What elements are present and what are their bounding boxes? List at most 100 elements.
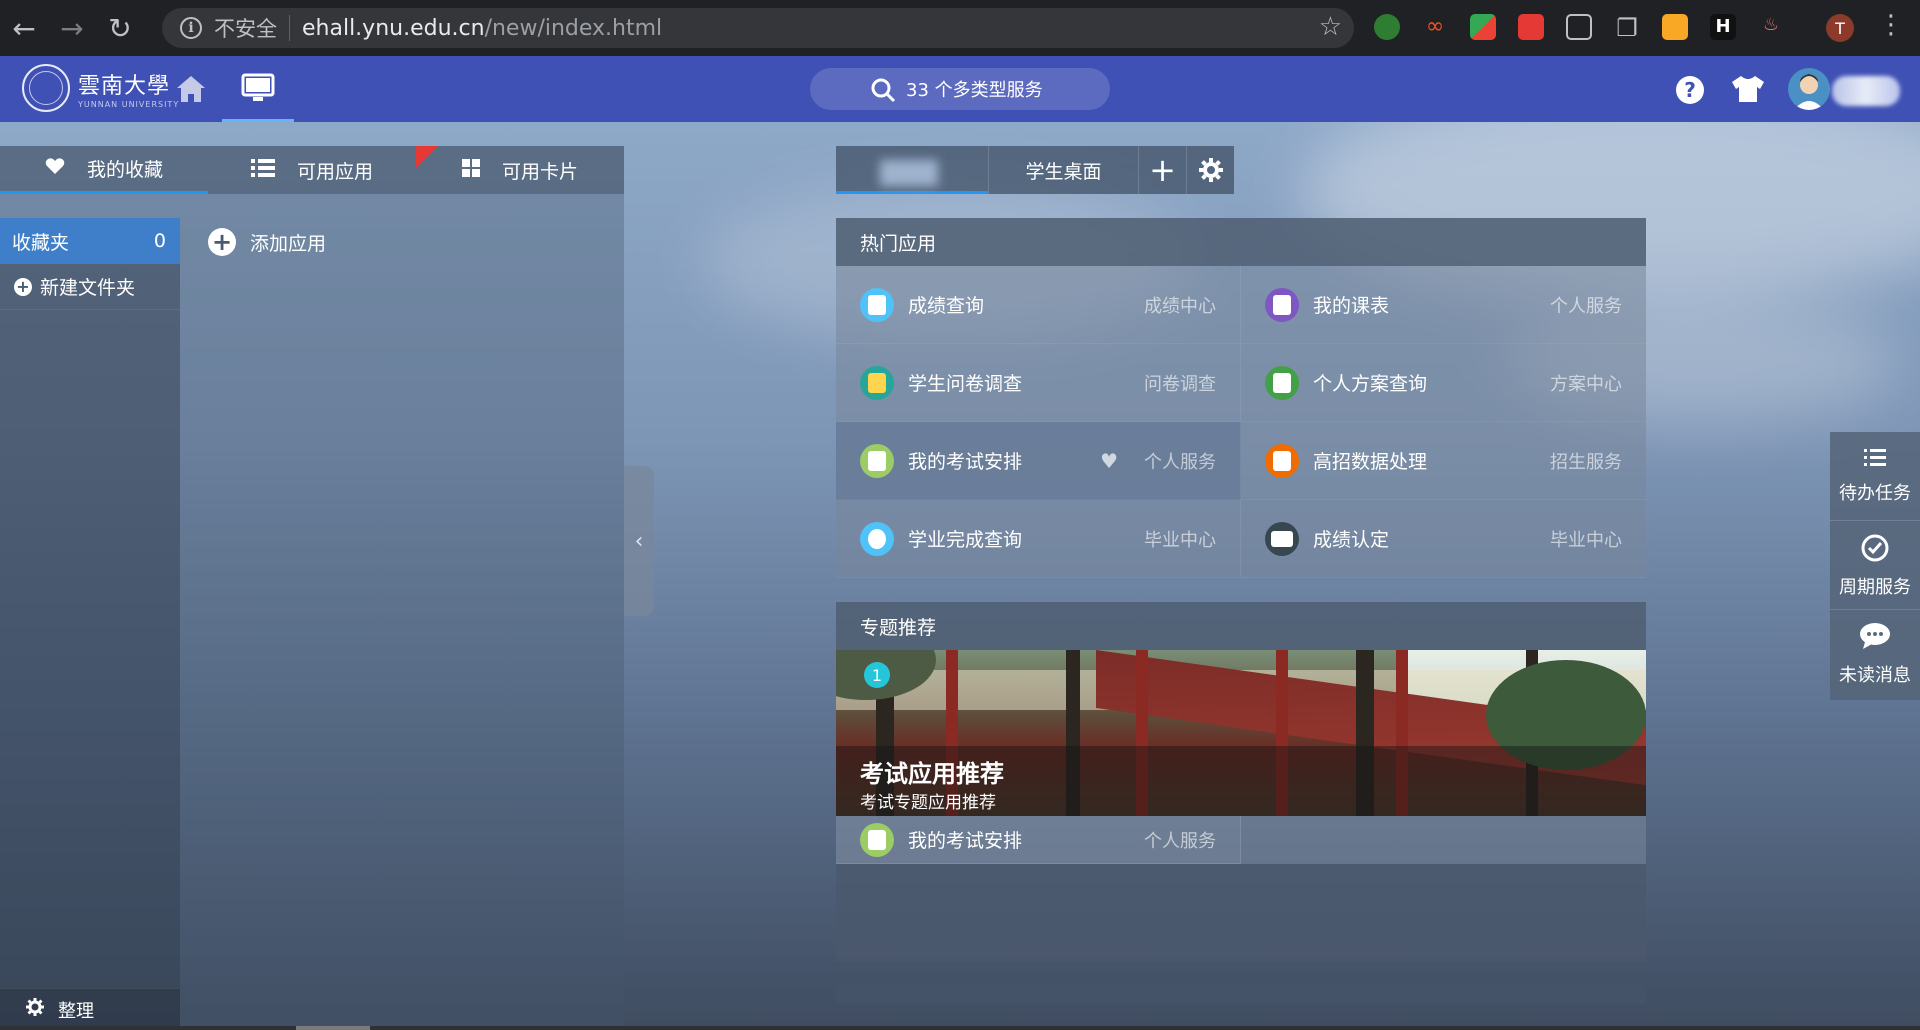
folder-favorites[interactable]: 收藏夹 0	[0, 218, 180, 264]
app-item[interactable]: 个人方案查询 方案中心	[1241, 344, 1646, 422]
side-label: 周期服务	[1839, 576, 1911, 598]
gear-icon	[26, 998, 44, 1021]
periodic-services-button[interactable]: 周期服务	[1830, 521, 1920, 610]
folder-list: 收藏夹 0 + 新建文件夹	[0, 218, 180, 1030]
organize-button[interactable]: 整理	[0, 988, 180, 1030]
new-folder-button[interactable]: + 新建文件夹	[0, 264, 180, 310]
app-category: 招生服务	[1550, 451, 1622, 473]
address-bar[interactable]: i 不安全 ehall.ynu.edu.cn/new/index.html ☆	[162, 8, 1354, 48]
topic-banner-image[interactable]: 1 考试应用推荐 考试专题应用推荐	[836, 650, 1646, 816]
app-name: 高招数据处理	[1313, 451, 1428, 473]
extension-green-icon[interactable]	[1374, 14, 1400, 40]
tab-custom-desktop-blurred[interactable]	[836, 146, 988, 194]
organize-label: 整理	[58, 1000, 94, 1022]
forward-icon[interactable]: →	[48, 0, 96, 56]
tab-label: 可用应用	[296, 160, 373, 183]
admission-data-icon	[1265, 443, 1299, 478]
collapse-panel-chevron-left-icon[interactable]: ‹	[624, 466, 654, 616]
home-icon[interactable]	[170, 56, 212, 122]
extension-h-icon[interactable]: H	[1710, 14, 1736, 40]
app-item[interactable]: 成绩认定 毕业中心	[1241, 500, 1646, 578]
tab-available-cards[interactable]: 可用卡片	[416, 146, 624, 194]
app-name: 学生问卷调查	[908, 373, 1023, 395]
plus-circle-icon: +	[14, 277, 32, 296]
survey-icon	[860, 365, 894, 400]
url-path: /new/index.html	[484, 15, 663, 41]
side-label: 待办任务	[1839, 482, 1911, 504]
tab-label: 可用卡片	[501, 160, 578, 183]
extension-bookmark-icon[interactable]: ❐	[1614, 14, 1640, 42]
heart-icon	[45, 157, 65, 180]
app-category: 问卷调查	[1144, 373, 1216, 395]
app-item[interactable]: 学生问卷调查 问卷调查	[836, 344, 1241, 422]
favorite-heart-icon[interactable]: ♥	[1100, 449, 1118, 473]
extension-infinity-icon[interactable]: ∞	[1422, 14, 1448, 40]
quick-side-panel: 待办任务 周期服务 未读消息	[1830, 432, 1920, 700]
reload-icon[interactable]: ↻	[96, 0, 144, 56]
todo-tasks-button[interactable]: 待办任务	[1830, 432, 1920, 521]
topic-app-item[interactable]: 我的考试安排 个人服务	[836, 816, 1241, 864]
tab-available-apps[interactable]: 可用应用	[208, 146, 416, 194]
tab-favorites[interactable]: 我的收藏	[0, 146, 208, 194]
academic-completion-icon	[860, 521, 894, 556]
topic-empty-area	[836, 864, 1646, 962]
add-app-button[interactable]: + 添加应用	[208, 228, 326, 256]
unread-messages-button[interactable]: 未读消息	[1830, 610, 1920, 699]
desktop-icon[interactable]	[222, 56, 294, 122]
service-search[interactable]: 33 个多类型服务	[810, 68, 1110, 110]
app-item[interactable]: 我的考试安排 ♥ 个人服务	[836, 422, 1241, 500]
user-avatar[interactable]	[1788, 68, 1830, 110]
chat-icon	[1859, 622, 1891, 655]
username-blurred[interactable]	[1832, 76, 1900, 106]
extension-glasses-icon[interactable]	[1566, 14, 1592, 40]
horizontal-scrollbar-thumb[interactable]	[296, 1026, 370, 1030]
browser-menu-icon[interactable]: ⋮	[1878, 10, 1904, 40]
new-badge-corner	[416, 146, 438, 168]
logo-chinese-name: 雲南大學	[78, 73, 171, 99]
app-category: 毕业中心	[1144, 529, 1216, 551]
folder-count: 0	[153, 230, 166, 252]
app-name: 个人方案查询	[1313, 373, 1428, 395]
exam-schedule-icon	[860, 443, 894, 478]
app-category: 个人服务	[1144, 830, 1216, 852]
university-logo[interactable]: 雲南大學 YUNNAN UNIVERSITY	[22, 64, 179, 112]
app-item[interactable]: 成绩查询 成绩中心	[836, 266, 1241, 344]
grid-icon	[461, 158, 480, 182]
theme-shirt-icon[interactable]	[1730, 74, 1766, 109]
bookmark-star-icon[interactable]: ☆	[1319, 12, 1342, 42]
panel-tabs: 我的收藏 可用应用 可用卡片	[0, 146, 624, 194]
calendar-icon	[1265, 287, 1299, 322]
hot-apps-grid: 成绩查询 成绩中心 我的课表 个人服务 学生问卷调查 问卷调查 个人方案查询 方…	[836, 266, 1646, 578]
grade-query-icon	[860, 287, 894, 322]
tab-label: 我的收藏	[86, 159, 163, 181]
app-item[interactable]: 我的课表 个人服务	[1241, 266, 1646, 344]
check-circle-icon	[1860, 532, 1890, 567]
topic-title: 专题推荐	[836, 602, 1646, 650]
task-list-icon	[1864, 448, 1886, 473]
hot-apps-card: 热门应用 成绩查询 成绩中心 我的课表 个人服务 学生问卷调查 问卷调查 个人方…	[836, 218, 1646, 578]
info-icon[interactable]: i	[180, 17, 202, 39]
app-item[interactable]: 学业完成查询 毕业中心	[836, 500, 1241, 578]
browser-profile-avatar[interactable]: T	[1826, 14, 1854, 42]
extension-pdf-icon[interactable]	[1518, 14, 1544, 40]
app-category: 成绩中心	[1144, 295, 1216, 317]
app-item[interactable]: 高招数据处理 招生服务	[1241, 422, 1646, 500]
app-name: 我的考试安排	[908, 451, 1023, 473]
extension-shield-icon[interactable]	[1470, 14, 1496, 40]
grade-certification-icon	[1265, 521, 1299, 556]
extension-java-icon[interactable]: ♨	[1758, 14, 1784, 40]
address-separator	[289, 15, 290, 41]
add-desktop-plus-icon[interactable]: +	[1138, 146, 1186, 194]
app-name: 我的课表	[1313, 295, 1390, 317]
back-icon[interactable]: ←	[0, 0, 48, 56]
app-name: 我的考试安排	[908, 830, 1023, 852]
horizontal-scrollbar-track[interactable]	[0, 1026, 1920, 1030]
folder-label: 收藏夹	[12, 231, 70, 254]
add-app-label: 添加应用	[250, 232, 327, 255]
extension-yellow-grid-icon[interactable]	[1662, 14, 1688, 40]
help-icon[interactable]: ?	[1676, 76, 1704, 104]
desktop-settings-gear-icon[interactable]	[1186, 146, 1234, 194]
banner-title: 考试应用推荐	[860, 760, 1004, 788]
banner-index-badge: 1	[864, 662, 890, 688]
tab-student-desktop[interactable]: 学生桌面	[988, 146, 1138, 194]
